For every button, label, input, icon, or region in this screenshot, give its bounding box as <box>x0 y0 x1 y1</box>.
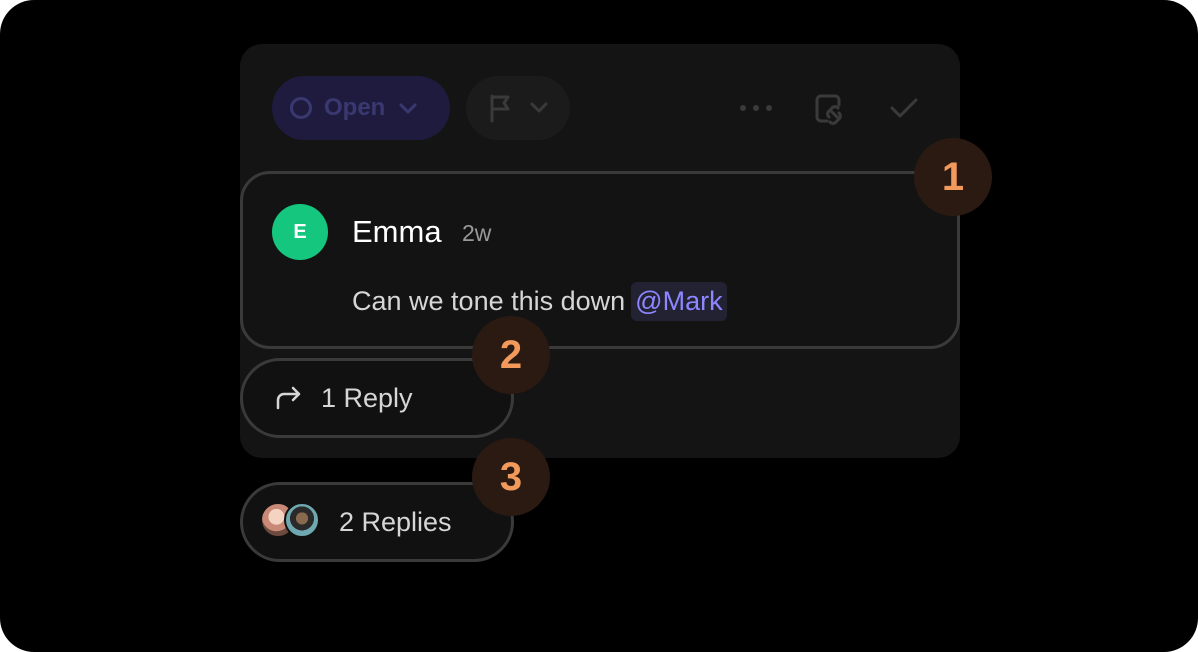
avatar-initial: E <box>293 220 307 243</box>
callout-badge-1: 1 <box>914 138 992 216</box>
mention-tag[interactable]: @Mark <box>631 282 727 321</box>
comment-body: Can we tone this down @Mark <box>352 282 727 321</box>
check-icon[interactable] <box>886 92 922 124</box>
flag-dropdown-button[interactable] <box>466 76 570 140</box>
callout-number: 2 <box>499 332 523 377</box>
comment-timestamp: 2w <box>462 220 492 246</box>
comment-text: Can we tone this down <box>352 286 626 316</box>
replies-count-label: 2 Replies <box>339 506 452 537</box>
callout-badge-3: 3 <box>472 438 550 516</box>
reply-button[interactable]: 1 Reply <box>240 358 514 438</box>
reply-count-label: 1 Reply <box>321 382 413 413</box>
avatar[interactable]: E <box>272 204 328 260</box>
more-icon[interactable] <box>736 94 776 122</box>
chevron-down-icon <box>399 94 417 122</box>
callout-badge-2: 2 <box>472 316 550 394</box>
comment-card[interactable] <box>240 171 960 349</box>
copy-link-icon[interactable] <box>810 88 850 128</box>
callout-number: 3 <box>499 454 523 499</box>
flag-icon <box>488 93 514 123</box>
status-dropdown-button[interactable]: Open <box>272 76 450 140</box>
reply-arrow-icon <box>275 386 303 410</box>
avatar <box>284 502 320 538</box>
status-label: Open <box>324 94 386 121</box>
screen-frame: Open E Emma 2w Can we tone this down @Ma… <box>0 0 1198 652</box>
chevron-down-icon <box>530 102 548 114</box>
status-circle-icon <box>290 97 312 119</box>
comment-author[interactable]: Emma <box>352 214 442 250</box>
callout-number: 1 <box>941 154 965 199</box>
